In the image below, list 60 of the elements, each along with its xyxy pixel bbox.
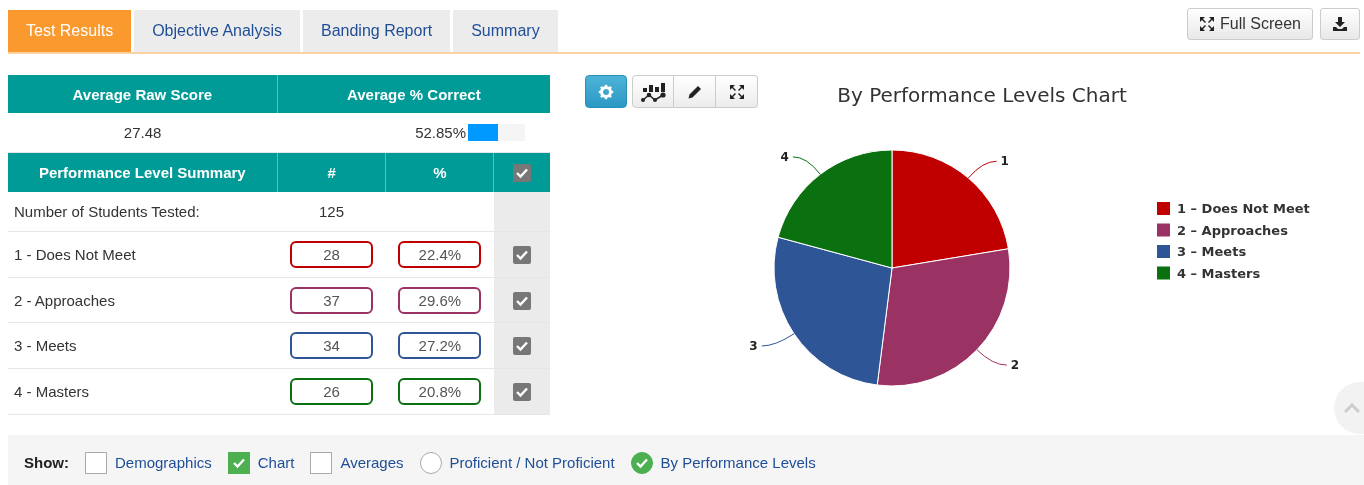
leader-line xyxy=(976,349,1008,366)
percent-correct: 52.85% xyxy=(415,124,466,142)
table-cell: 1 - Does Not Meet xyxy=(8,231,278,278)
value-box: 27.2% xyxy=(398,332,482,360)
legend-label: 4 – Masters xyxy=(1177,265,1261,281)
column-header: # xyxy=(277,152,386,192)
table-cell: 2 - Approaches xyxy=(8,277,278,323)
value-box: 29.6% xyxy=(398,286,482,314)
show-label: Show: xyxy=(24,454,69,471)
table-cell: 27.48 xyxy=(8,113,278,153)
legend-label: 3 – Meets xyxy=(1177,244,1247,259)
bar-line-chart-icon xyxy=(639,80,667,103)
select-all-checkbox[interactable] xyxy=(513,164,532,182)
column-header: Performance Level Summary xyxy=(8,152,278,192)
value-box: 20.8% xyxy=(398,378,482,406)
slice-label: 1 xyxy=(1000,154,1009,169)
leader-line xyxy=(792,156,821,175)
tab[interactable]: Summary xyxy=(453,10,558,52)
row-checkbox[interactable] xyxy=(512,245,531,264)
download-button[interactable] xyxy=(1320,8,1360,40)
value-box: 22.4% xyxy=(398,240,482,268)
checkbox[interactable]: Averages xyxy=(310,451,404,474)
radio-button[interactable]: Proficient / Not Proficient xyxy=(419,451,615,474)
column-header: Average % Correct xyxy=(277,75,550,114)
row-checkbox[interactable] xyxy=(512,291,531,310)
table-cell: 3 - Meets xyxy=(8,322,278,369)
value-box: 37 xyxy=(290,286,374,314)
chart-tool-button[interactable] xyxy=(674,75,716,108)
pencil-icon xyxy=(686,83,703,100)
slice-label: 3 xyxy=(749,338,758,353)
full-screen-button[interactable]: Full Screen xyxy=(1187,8,1313,40)
chart-tool-button[interactable] xyxy=(716,75,758,108)
value-box: 34 xyxy=(290,332,374,360)
leader-line xyxy=(761,333,795,347)
row-checkbox[interactable] xyxy=(512,383,531,402)
tab[interactable]: Banding Report xyxy=(303,10,451,52)
download-icon xyxy=(1332,16,1348,32)
fullscreen-icon xyxy=(1199,16,1216,32)
expand-icon xyxy=(728,83,745,100)
checkbox[interactable]: Chart xyxy=(227,451,295,474)
row-checkbox[interactable] xyxy=(512,337,531,356)
column-header: Average Raw Score xyxy=(8,75,278,114)
slice-label: 2 xyxy=(1010,358,1020,373)
slice-label: 4 xyxy=(780,149,789,164)
chart-title: By Performance Levels Chart xyxy=(837,83,1127,107)
leader-line xyxy=(967,160,998,179)
table-cell: Number of Students Tested: xyxy=(8,191,278,232)
column-header: % xyxy=(385,152,494,192)
chart-tool-button[interactable] xyxy=(632,75,674,108)
value-box: 26 xyxy=(290,378,374,406)
table-cell: 4 - Masters xyxy=(8,368,278,415)
caret-icon xyxy=(1344,403,1360,413)
legend-label: 1 – Does Not Meet xyxy=(1177,201,1310,216)
tab[interactable]: Objective Analysis xyxy=(134,10,300,52)
radio-button[interactable]: By Performance Levels xyxy=(630,451,816,474)
gear-icon xyxy=(598,83,614,100)
legend-label: 2 – Approaches xyxy=(1177,222,1288,238)
value-box: 28 xyxy=(290,240,374,268)
table-cell: 125 xyxy=(277,191,386,232)
checkbox[interactable]: Demographics xyxy=(85,451,212,474)
